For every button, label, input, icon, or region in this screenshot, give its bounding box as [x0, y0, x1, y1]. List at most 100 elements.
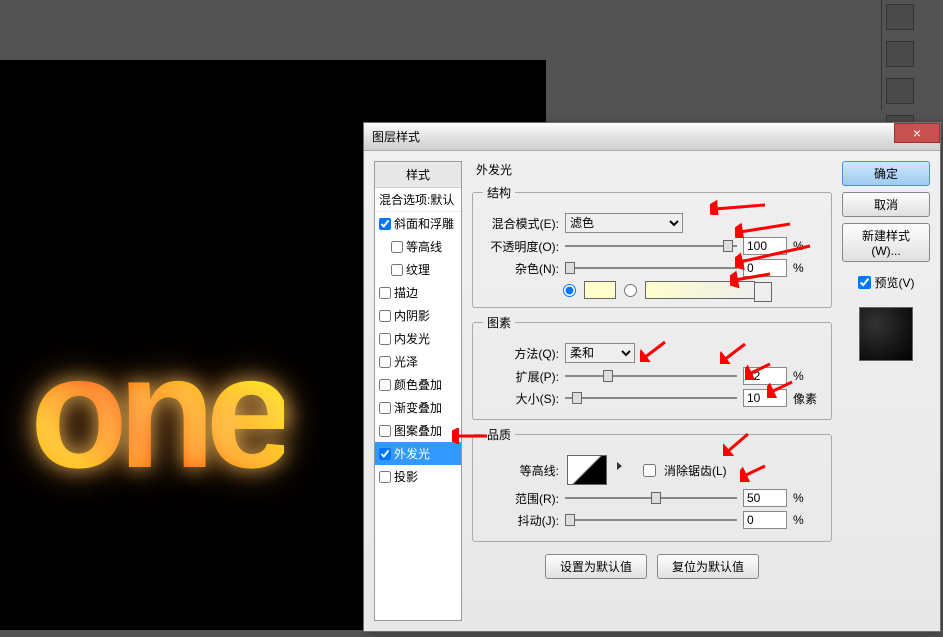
noise-input[interactable] — [743, 259, 787, 277]
style-label: 图案叠加 — [394, 422, 442, 439]
style-item[interactable]: 投影 — [375, 465, 461, 488]
range-input[interactable] — [743, 489, 787, 507]
style-item[interactable]: 内发光 — [375, 327, 461, 350]
style-item[interactable]: 颜色叠加 — [375, 373, 461, 396]
noise-label: 杂色(N): — [483, 260, 559, 277]
canvas-text: one — [30, 320, 284, 504]
blend-mode-select[interactable]: 滤色 — [565, 213, 683, 233]
style-checkbox[interactable] — [379, 379, 391, 391]
settings-column: 外发光 结构 混合模式(E): 滤色 不透明度(O): % 杂色(N): — [472, 161, 832, 621]
size-input[interactable] — [743, 389, 787, 407]
opacity-input[interactable] — [743, 237, 787, 255]
style-item[interactable]: 内阴影 — [375, 304, 461, 327]
contour-picker[interactable] — [567, 455, 607, 485]
technique-label: 方法(Q): — [483, 345, 559, 362]
gradient-radio[interactable] — [624, 284, 637, 297]
tool-icon[interactable] — [886, 4, 914, 30]
dialog-titlebar[interactable]: 图层样式 × — [364, 123, 940, 151]
style-item[interactable]: 斜面和浮雕 — [375, 212, 461, 235]
size-slider[interactable] — [565, 389, 737, 407]
quality-legend: 品质 — [483, 426, 515, 443]
size-unit: 像素 — [793, 390, 821, 407]
style-item[interactable]: 光泽 — [375, 350, 461, 373]
structure-legend: 结构 — [483, 184, 515, 201]
style-checkbox[interactable] — [379, 402, 391, 414]
preview-checkbox[interactable] — [858, 276, 871, 289]
spread-input[interactable] — [743, 367, 787, 385]
style-checkbox[interactable] — [391, 241, 403, 253]
style-checkbox[interactable] — [379, 310, 391, 322]
jitter-slider[interactable] — [565, 511, 737, 529]
style-item[interactable]: 纹理 — [375, 258, 461, 281]
style-item[interactable]: 图案叠加 — [375, 419, 461, 442]
blend-mode-label: 混合模式(E): — [483, 215, 559, 232]
preview-label: 预览(V) — [875, 274, 915, 291]
style-checkbox[interactable] — [379, 425, 391, 437]
cancel-button[interactable]: 取消 — [842, 192, 930, 217]
quality-group: 品质 等高线: 消除锯齿(L) 范围(R): % 抖动(J): — [472, 426, 832, 542]
style-label: 内发光 — [394, 330, 430, 347]
antialias-label: 消除锯齿(L) — [664, 462, 727, 479]
style-label: 斜面和浮雕 — [394, 215, 454, 232]
opacity-unit: % — [793, 239, 821, 253]
preview-swatch — [859, 307, 913, 361]
new-style-button[interactable]: 新建样式(W)... — [842, 223, 930, 262]
make-default-button[interactable]: 设置为默认值 — [545, 554, 647, 579]
jitter-input[interactable] — [743, 511, 787, 529]
spread-unit: % — [793, 369, 821, 383]
styles-header: 样式 — [375, 162, 461, 188]
style-item[interactable]: 描边 — [375, 281, 461, 304]
spread-slider[interactable] — [565, 367, 737, 385]
spread-label: 扩展(P): — [483, 368, 559, 385]
noise-unit: % — [793, 261, 821, 275]
style-item[interactable]: 外发光 — [375, 442, 461, 465]
style-label: 纹理 — [406, 261, 430, 278]
opacity-label: 不透明度(O): — [483, 238, 559, 255]
style-checkbox[interactable] — [391, 264, 403, 276]
range-label: 范围(R): — [483, 490, 559, 507]
elements-group: 图素 方法(Q): 柔和 扩展(P): % 大小(S): 像素 — [472, 314, 832, 420]
style-checkbox[interactable] — [379, 333, 391, 345]
range-slider[interactable] — [565, 489, 737, 507]
color-swatch[interactable] — [584, 281, 616, 299]
style-label: 内阴影 — [394, 307, 430, 324]
range-unit: % — [793, 491, 821, 505]
style-checkbox[interactable] — [379, 448, 391, 460]
jitter-unit: % — [793, 513, 821, 527]
style-label: 渐变叠加 — [394, 399, 442, 416]
size-label: 大小(S): — [483, 390, 559, 407]
tools-panel — [881, 0, 943, 110]
structure-group: 结构 混合模式(E): 滤色 不透明度(O): % 杂色(N): % — [472, 184, 832, 308]
opacity-slider[interactable] — [565, 237, 737, 255]
elements-legend: 图素 — [483, 314, 515, 331]
contour-label: 等高线: — [483, 462, 559, 479]
solid-color-radio[interactable] — [563, 284, 576, 297]
dialog-buttons: 确定 取消 新建样式(W)... 预览(V) — [842, 161, 930, 621]
dialog-title: 图层样式 — [372, 128, 420, 145]
antialias-checkbox[interactable] — [643, 464, 656, 477]
jitter-label: 抖动(J): — [483, 512, 559, 529]
style-checkbox[interactable] — [379, 356, 391, 368]
gradient-picker[interactable] — [645, 281, 755, 299]
style-checkbox[interactable] — [379, 218, 391, 230]
section-title: 外发光 — [476, 161, 832, 178]
style-label: 描边 — [394, 284, 418, 301]
technique-select[interactable]: 柔和 — [565, 343, 635, 363]
style-item[interactable]: 渐变叠加 — [375, 396, 461, 419]
styles-list: 样式 混合选项:默认 斜面和浮雕等高线纹理描边内阴影内发光光泽颜色叠加渐变叠加图… — [374, 161, 462, 621]
noise-slider[interactable] — [565, 259, 737, 277]
style-label: 等高线 — [406, 238, 442, 255]
style-label: 光泽 — [394, 353, 418, 370]
tool-icon[interactable] — [886, 41, 914, 67]
style-item[interactable]: 等高线 — [375, 235, 461, 258]
layer-style-dialog: 图层样式 × 样式 混合选项:默认 斜面和浮雕等高线纹理描边内阴影内发光光泽颜色… — [363, 122, 941, 632]
style-label: 颜色叠加 — [394, 376, 442, 393]
style-checkbox[interactable] — [379, 471, 391, 483]
close-button[interactable]: × — [894, 123, 940, 143]
ok-button[interactable]: 确定 — [842, 161, 930, 186]
style-label: 外发光 — [394, 445, 430, 462]
reset-default-button[interactable]: 复位为默认值 — [657, 554, 759, 579]
blending-options-default[interactable]: 混合选项:默认 — [375, 188, 461, 212]
tool-icon[interactable] — [886, 78, 914, 104]
style-checkbox[interactable] — [379, 287, 391, 299]
